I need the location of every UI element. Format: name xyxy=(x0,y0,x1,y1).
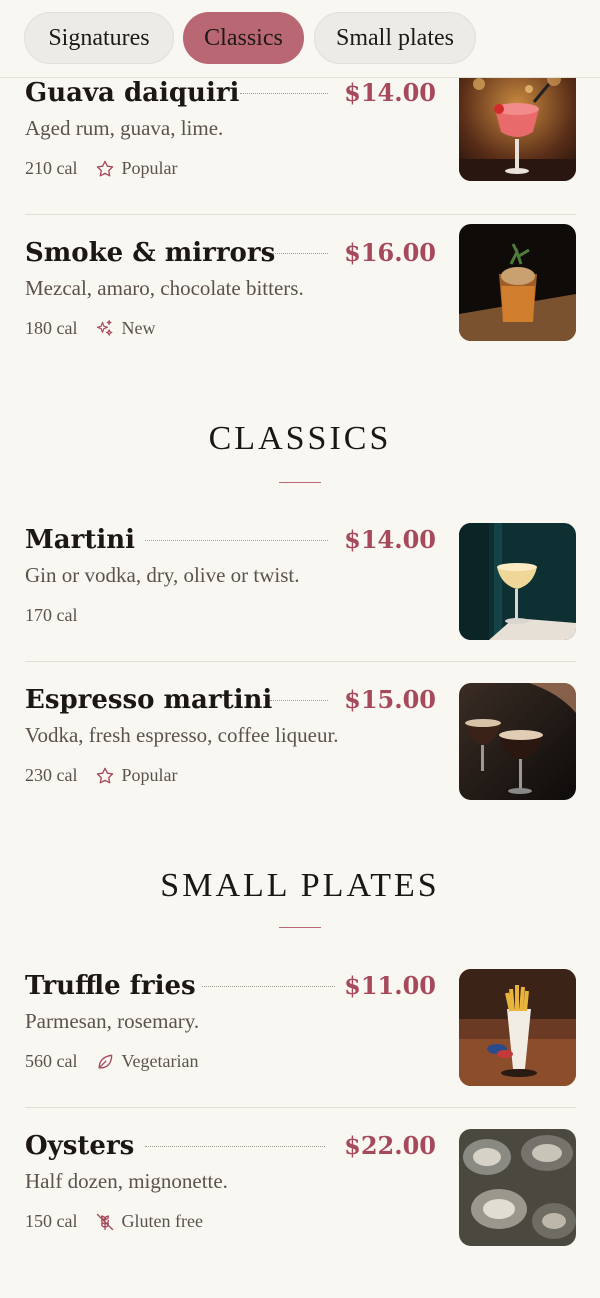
item-meta: 180 cal New xyxy=(25,318,155,339)
item-price: $15.00 xyxy=(344,685,436,714)
category-tab-bar: Signatures Classics Small plates xyxy=(0,0,600,78)
item-calories: 170 cal xyxy=(25,605,78,625)
item-price: $16.00 xyxy=(344,238,436,267)
item-tag: Gluten free xyxy=(95,1211,203,1232)
item-photo xyxy=(459,1129,576,1246)
tab-classics[interactable]: Classics xyxy=(183,12,304,64)
section-title-rule xyxy=(279,927,321,928)
item-tag-label: New xyxy=(121,318,156,338)
item-calories: 150 cal xyxy=(25,1211,78,1231)
item-divider xyxy=(25,1107,576,1108)
price-leader xyxy=(202,986,335,987)
item-photo xyxy=(459,523,576,640)
item-photo xyxy=(459,64,576,181)
item-price: $14.00 xyxy=(344,78,436,107)
item-meta: 210 cal Popular xyxy=(25,158,177,179)
item-description: Half dozen, mignonette. xyxy=(25,1169,228,1193)
item-tag: Popular xyxy=(95,158,177,179)
menu-item[interactable]: Espresso martini $15.00 Vodka, fresh esp… xyxy=(25,683,576,803)
menu-item[interactable]: Guava daiquiri $14.00 Aged rum, guava, l… xyxy=(25,64,576,196)
item-meta: 230 cal Popular xyxy=(25,765,177,786)
item-name: Truffle fries xyxy=(25,971,196,1001)
item-name: Oysters xyxy=(25,1131,135,1161)
price-leader xyxy=(145,1146,325,1147)
menu-item[interactable]: Martini $14.00 Gin or vodka, dry, olive … xyxy=(25,523,576,643)
item-photo xyxy=(459,224,576,341)
item-tag: Popular xyxy=(95,765,177,786)
price-leader xyxy=(272,253,328,254)
leaf-icon xyxy=(98,1054,113,1068)
item-name: Espresso martini xyxy=(25,685,273,715)
item-description: Gin or vodka, dry, olive or twist. xyxy=(25,563,300,587)
item-tag-label: Gluten free xyxy=(121,1211,203,1231)
item-price: $11.00 xyxy=(344,971,436,1000)
sparkle-icon xyxy=(97,319,113,336)
item-calories: 560 cal xyxy=(25,1051,78,1071)
item-photo xyxy=(459,683,576,800)
section-title-classics: CLASSICS xyxy=(208,420,392,457)
item-photo xyxy=(459,969,576,1086)
menu-item[interactable]: Smoke & mirrors $16.00 Mezcal, amaro, ch… xyxy=(25,224,576,356)
item-description: Mezcal, amaro, chocolate bitters. xyxy=(25,276,304,300)
item-description: Aged rum, guava, lime. xyxy=(25,116,224,140)
item-divider xyxy=(25,214,576,215)
item-calories: 230 cal xyxy=(25,765,78,785)
tab-small-plates[interactable]: Small plates xyxy=(314,12,476,64)
item-description: Parmesan, rosemary. xyxy=(25,1009,200,1033)
menu-item[interactable]: Truffle fries $11.00 Parmesan, rosemary.… xyxy=(25,969,576,1089)
menu-item[interactable]: Oysters $22.00 Half dozen, mignonette. 1… xyxy=(25,1129,576,1249)
item-tag-label: Vegetarian xyxy=(121,1051,199,1071)
star-icon xyxy=(97,767,114,783)
item-tag-label: Popular xyxy=(121,765,178,785)
item-price: $14.00 xyxy=(344,525,436,554)
item-description: Vodka, fresh espresso, coffee liqueur. xyxy=(25,723,339,747)
item-divider xyxy=(25,661,576,662)
price-leader xyxy=(270,700,328,701)
price-leader xyxy=(145,540,328,541)
item-meta: 560 cal Vegetarian xyxy=(25,1051,198,1072)
item-name: Martini xyxy=(25,525,135,555)
item-tag: New xyxy=(95,318,155,339)
item-name: Guava daiquiri xyxy=(25,78,240,108)
tab-signatures[interactable]: Signatures xyxy=(24,12,174,64)
item-calories: 210 cal xyxy=(25,158,78,178)
item-calories: 180 cal xyxy=(25,318,78,338)
item-meta: 150 cal Gluten free xyxy=(25,1211,203,1232)
wheat-off-icon xyxy=(97,1213,114,1230)
item-meta: 170 cal xyxy=(25,605,77,626)
item-tag-label: Popular xyxy=(121,158,178,178)
price-leader xyxy=(240,93,328,94)
item-tag: Vegetarian xyxy=(95,1051,198,1072)
item-name: Smoke & mirrors xyxy=(25,238,276,268)
section-title-small-plates: SMALL PLATES xyxy=(160,867,440,904)
item-price: $22.00 xyxy=(344,1131,436,1160)
section-title-rule xyxy=(279,482,321,483)
star-icon xyxy=(97,160,114,176)
